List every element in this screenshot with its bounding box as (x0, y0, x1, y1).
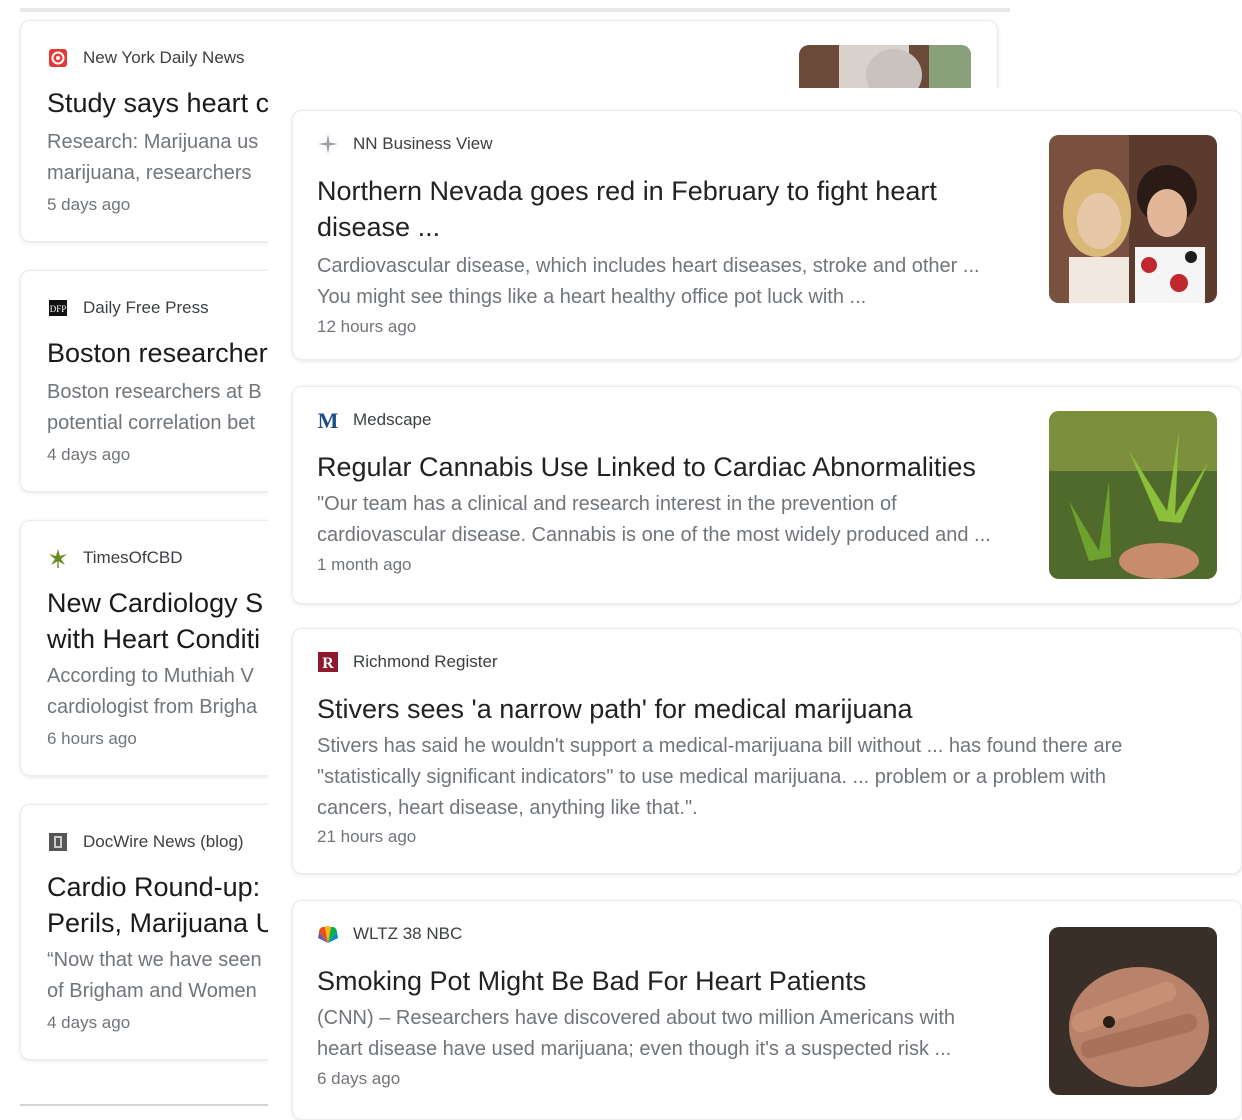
svg-text:DFP: DFP (50, 304, 67, 314)
news-snippet: Stivers has said he wouldn't support a m… (317, 735, 1123, 819)
news-source: WLTZ 38 NBC (317, 923, 462, 945)
richmond-r-logo-icon: R (317, 651, 339, 673)
news-timestamp: 21 hours ago (317, 827, 417, 846)
news-timestamp: 1 month ago (317, 555, 412, 574)
svg-text:M: M (318, 409, 339, 431)
news-timestamp: 6 days ago (317, 1069, 401, 1088)
foreground-news-panel: NN Business View Northern Nevada goes re… (268, 88, 1242, 1120)
panel-bottom-edge (20, 1104, 270, 1106)
news-snippet: Cardiovascular disease, which includes h… (317, 255, 980, 308)
news-source-label: New York Daily News (83, 48, 245, 67)
news-thumbnail[interactable] (1049, 135, 1217, 303)
news-source: DFP Daily Free Press (47, 297, 209, 319)
news-headline[interactable]: Stivers sees 'a narrow path' for medical… (317, 691, 1197, 727)
dfp-logo-icon: DFP (47, 297, 69, 319)
news-source: New York Daily News (47, 47, 245, 69)
panel-top-edge (20, 8, 1010, 12)
news-timestamp: 12 hours ago (317, 317, 417, 336)
sparkle-logo-icon (317, 133, 339, 155)
news-timestamp: 6 hours ago (47, 729, 137, 748)
news-source-label: NN Business View (353, 134, 493, 153)
docwire-logo-icon (47, 831, 69, 853)
news-card[interactable]: WLTZ 38 NBC Smoking Pot Might Be Bad For… (292, 900, 1242, 1120)
news-headline[interactable]: Regular Cannabis Use Linked to Cardiac A… (317, 449, 1017, 485)
news-source-label: WLTZ 38 NBC (353, 924, 463, 943)
news-source: R Richmond Register (317, 651, 498, 673)
news-headline[interactable]: Smoking Pot Might Be Bad For Heart Patie… (317, 963, 1017, 999)
news-timestamp: 4 days ago (47, 445, 131, 464)
news-source-label: TimesOfCBD (83, 548, 183, 567)
news-snippet: (CNN) – Researchers have discovered abou… (317, 1007, 956, 1060)
news-source: TimesOfCBD (47, 547, 183, 569)
news-source: NN Business View (317, 133, 493, 155)
news-timestamp: 5 days ago (47, 195, 131, 214)
nbc-peacock-logo-icon (317, 923, 339, 945)
news-card[interactable]: NN Business View Northern Nevada goes re… (292, 110, 1242, 360)
news-source-label: Richmond Register (353, 652, 498, 671)
news-source: M Medscape (317, 409, 432, 431)
news-snippet: "Our team has a clinical and research in… (317, 493, 991, 546)
news-source-label: DocWire News (blog) (83, 832, 244, 851)
svg-text:R: R (322, 655, 334, 672)
cannabis-leaf-logo-icon (47, 547, 69, 569)
news-source-label: Daily Free Press (83, 298, 209, 317)
news-thumbnail[interactable] (1049, 927, 1217, 1095)
news-headline[interactable]: Northern Nevada goes red in February to … (317, 173, 1017, 245)
news-source-label: Medscape (353, 410, 432, 429)
news-timestamp: 4 days ago (47, 1013, 131, 1032)
news-thumbnail[interactable] (1049, 411, 1217, 579)
news-card[interactable]: M Medscape Regular Cannabis Use Linked t… (292, 386, 1242, 604)
news-card[interactable]: R Richmond Register Stivers sees 'a narr… (292, 628, 1242, 874)
news-source: DocWire News (blog) (47, 831, 244, 853)
medscape-m-logo-icon: M (317, 409, 339, 431)
nydn-logo-icon (47, 47, 69, 69)
